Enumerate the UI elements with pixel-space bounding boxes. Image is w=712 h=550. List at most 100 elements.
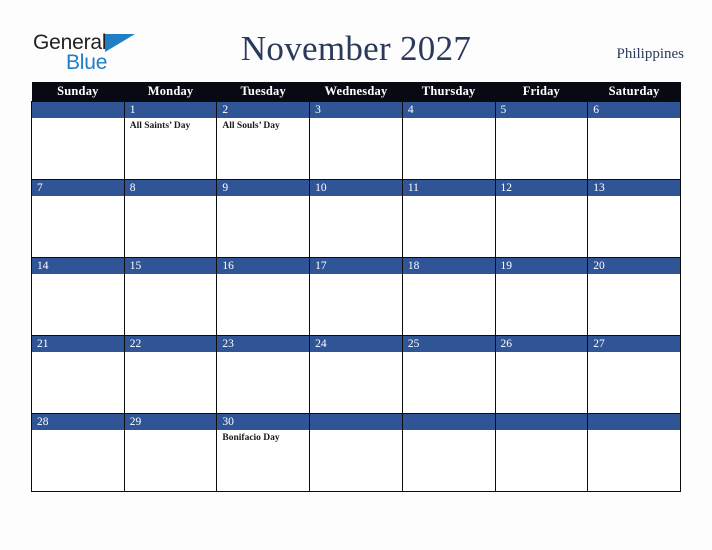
day-number: 17 xyxy=(310,258,402,274)
calendar-day-cell[interactable]: 24 xyxy=(309,335,403,414)
calendar-day-cell[interactable]: 22 xyxy=(123,335,218,414)
day-events xyxy=(496,118,588,120)
day-number: 10 xyxy=(310,180,402,196)
calendar-week-row: 7 8 9 10 11 12 13 xyxy=(31,179,681,258)
calendar-day-cell[interactable]: 10 xyxy=(309,179,403,258)
day-number: 25 xyxy=(402,336,495,352)
day-events xyxy=(496,430,588,432)
day-number xyxy=(310,414,402,430)
country-label: Philippines xyxy=(616,46,684,62)
day-cell-inner: 11 xyxy=(402,180,495,257)
calendar-day-cell[interactable]: 30 Bonifacio Day xyxy=(216,413,311,492)
calendar-day-cell[interactable]: 20 xyxy=(587,257,681,336)
day-cell-inner xyxy=(588,414,680,491)
calendar-day-cell[interactable]: 15 xyxy=(123,257,218,336)
calendar-day-cell[interactable]: 11 xyxy=(401,179,496,258)
day-cell-inner: 7 xyxy=(32,180,124,257)
day-events xyxy=(496,352,588,354)
day-cell-inner: 10 xyxy=(310,180,402,257)
day-events: All Saints’ Day xyxy=(125,118,217,132)
calendar-day-cell[interactable]: 21 xyxy=(31,335,125,414)
day-number xyxy=(402,414,495,430)
calendar-day-cell[interactable]: 12 xyxy=(494,179,589,258)
calendar-week-row: 14 15 16 17 18 19 20 xyxy=(31,257,681,336)
weekday-header-tuesday: Tuesday xyxy=(216,82,310,102)
calendar-day-cell[interactable] xyxy=(401,413,496,492)
day-cell-inner: 22 xyxy=(124,336,217,413)
day-events xyxy=(588,274,680,276)
day-cell-inner: 3 xyxy=(310,102,402,179)
day-cell-inner: 13 xyxy=(588,180,680,257)
page-header: General Blue November 2027 Philippines xyxy=(0,0,712,82)
day-events xyxy=(403,196,495,198)
day-number: 27 xyxy=(588,336,680,352)
day-cell-inner: 28 xyxy=(32,414,124,491)
calendar-day-cell[interactable]: 8 xyxy=(123,179,218,258)
day-events xyxy=(32,196,124,198)
day-number: 24 xyxy=(310,336,402,352)
calendar-day-cell[interactable]: 29 xyxy=(123,413,218,492)
calendar-day-cell[interactable]: 27 xyxy=(587,335,681,414)
calendar-day-cell[interactable]: 19 xyxy=(494,257,589,336)
calendar-day-cell[interactable] xyxy=(31,101,125,180)
day-cell-inner: 9 xyxy=(217,180,310,257)
day-cell-inner: 14 xyxy=(32,258,124,335)
day-cell-inner: 1 All Saints’ Day xyxy=(124,102,217,179)
calendar-day-cell[interactable] xyxy=(494,413,589,492)
calendar-day-cell[interactable]: 5 xyxy=(494,101,589,180)
calendar-day-cell[interactable]: 14 xyxy=(31,257,125,336)
day-events xyxy=(217,352,309,354)
calendar-day-cell[interactable]: 16 xyxy=(216,257,311,336)
calendar-day-cell[interactable]: 2 All Souls’ Day xyxy=(216,101,311,180)
day-cell-inner: 17 xyxy=(310,258,402,335)
holiday-label: All Saints’ Day xyxy=(129,121,191,131)
weekday-header-sunday: Sunday xyxy=(31,82,125,102)
calendar-day-cell[interactable]: 4 xyxy=(401,101,496,180)
weekday-header-row: Sunday Monday Tuesday Wednesday Thursday… xyxy=(31,82,681,102)
calendar-day-cell[interactable]: 3 xyxy=(309,101,403,180)
day-cell-inner: 20 xyxy=(588,258,680,335)
day-events xyxy=(310,196,402,198)
day-events xyxy=(310,352,402,354)
calendar-day-cell[interactable] xyxy=(309,413,403,492)
day-events xyxy=(310,118,402,120)
day-number: 22 xyxy=(124,336,217,352)
calendar-day-cell[interactable] xyxy=(587,413,681,492)
day-cell-inner: 18 xyxy=(402,258,495,335)
calendar-week-row: 28 29 30 Bonifacio Day xyxy=(31,413,681,492)
calendar-day-cell[interactable]: 26 xyxy=(494,335,589,414)
calendar-day-cell[interactable]: 7 xyxy=(31,179,125,258)
day-number: 4 xyxy=(402,102,495,118)
day-number: 2 xyxy=(217,102,310,118)
holiday-label: All Souls’ Day xyxy=(222,121,280,131)
calendar-day-cell[interactable]: 9 xyxy=(216,179,311,258)
calendar-day-cell[interactable]: 13 xyxy=(587,179,681,258)
calendar-week-row: 1 All Saints’ Day 2 All Souls’ Day 3 4 5 6 xyxy=(31,101,681,180)
day-cell-inner: 15 xyxy=(124,258,217,335)
day-number: 13 xyxy=(588,180,680,196)
calendar-day-cell[interactable]: 28 xyxy=(31,413,125,492)
day-events xyxy=(496,274,588,276)
calendar-day-cell[interactable]: 18 xyxy=(401,257,496,336)
day-number: 28 xyxy=(32,414,124,430)
page-title: November 2027 xyxy=(240,29,472,68)
day-events xyxy=(125,274,217,276)
day-number: 18 xyxy=(402,258,495,274)
calendar-week-row: 21 22 23 24 25 26 27 xyxy=(31,335,681,414)
day-number: 1 xyxy=(124,102,217,118)
day-cell-inner: 27 xyxy=(588,336,680,413)
day-cell-inner xyxy=(402,414,495,491)
day-events xyxy=(125,196,217,198)
day-cell-inner: 8 xyxy=(124,180,217,257)
calendar-day-cell[interactable]: 17 xyxy=(309,257,403,336)
day-cell-inner: 19 xyxy=(495,258,588,335)
calendar-day-cell[interactable]: 1 All Saints’ Day xyxy=(123,101,218,180)
day-events xyxy=(217,274,309,276)
day-cell-inner xyxy=(310,414,402,491)
calendar-day-cell[interactable]: 25 xyxy=(401,335,496,414)
day-cell-inner: 12 xyxy=(495,180,588,257)
calendar-day-cell[interactable]: 23 xyxy=(216,335,311,414)
weekday-header-thursday: Thursday xyxy=(402,82,496,102)
calendar-day-cell[interactable]: 6 xyxy=(587,101,681,180)
holiday-label: Bonifacio Day xyxy=(222,433,280,443)
